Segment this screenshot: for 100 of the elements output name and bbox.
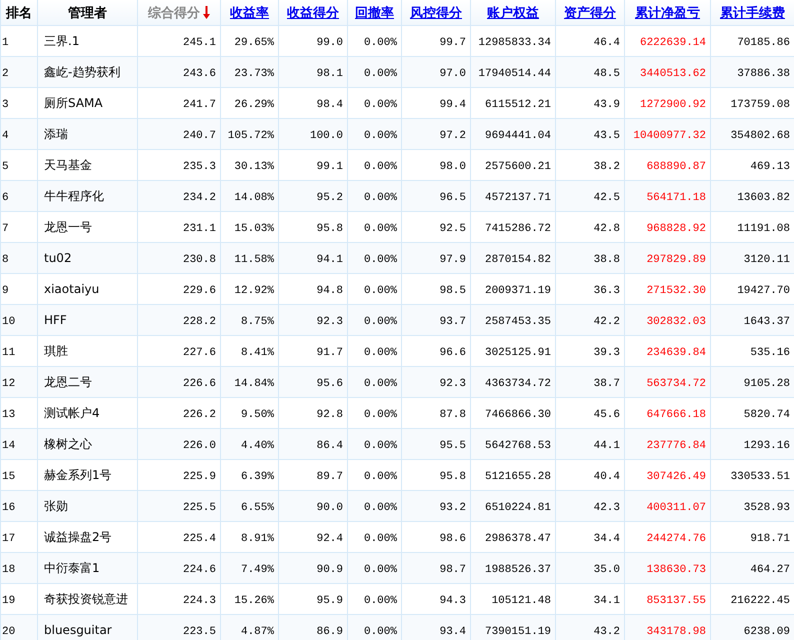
manager-name: 龙恩一号: [44, 220, 92, 234]
table-cell: 92.3: [440, 378, 466, 390]
table-cell: 464.27: [750, 564, 790, 576]
table-cell: 46.4: [594, 37, 620, 49]
table-cell: 223.5: [182, 626, 216, 638]
table-cell: 99.4: [440, 99, 466, 111]
rank-text: 8: [2, 254, 9, 266]
table-cell: 302832.03: [646, 316, 706, 328]
table-cell: 4572137.71: [484, 192, 551, 204]
manager-name: 橡树之心: [44, 437, 92, 451]
table-cell: 968828.92: [646, 223, 706, 235]
table-cell: 343178.98: [646, 626, 706, 638]
table-cell: 86.4: [316, 440, 343, 452]
table-cell: 9105.28: [744, 378, 790, 390]
rank-text: 11: [2, 347, 16, 359]
table-cell: 43.2: [594, 626, 620, 638]
table-cell: 918.71: [750, 533, 790, 545]
rank-text: 12: [2, 378, 16, 390]
table-cell: 2575600.21: [484, 161, 551, 173]
table-cell: 230.8: [182, 254, 216, 266]
table-cell: 0.00%: [364, 192, 397, 204]
table-cell: 45.6: [594, 409, 620, 421]
table-cell: 469.13: [750, 161, 790, 173]
table-cell: 237776.84: [646, 440, 706, 452]
table-cell: 216222.45: [730, 595, 790, 607]
table-cell: 96.6: [440, 347, 466, 359]
rank-text: 15: [2, 471, 16, 483]
table-cell: 227.6: [182, 347, 216, 359]
rank-text: 5: [2, 161, 9, 173]
manager-name: 天马基金: [44, 158, 92, 172]
table-cell: 99.7: [440, 37, 466, 49]
table-cell: 138630.73: [646, 564, 706, 576]
table-cell: 224.6: [182, 564, 216, 576]
table-cell: 93.4: [440, 626, 466, 638]
table-cell: 235.3: [182, 161, 216, 173]
table-cell: 95.9: [316, 595, 343, 607]
table-cell: 0.00%: [364, 99, 397, 111]
table-cell: 173759.08: [730, 99, 790, 111]
table-cell: 6222639.14: [640, 37, 706, 49]
table-cell: 29.65%: [234, 37, 274, 49]
table-cell: 3440513.62: [640, 68, 706, 80]
rank-text: 10: [2, 316, 16, 328]
table-cell: 853137.55: [646, 595, 706, 607]
table-cell: 44.1: [594, 440, 620, 452]
table-cell: 40.4: [594, 471, 620, 483]
table-cell: 234639.84: [646, 347, 706, 359]
table-cell: 400311.07: [646, 502, 706, 514]
table-cell: 91.7: [316, 347, 343, 359]
table-cell: 0.00%: [364, 626, 397, 638]
manager-name: 中衍泰富1: [44, 561, 100, 575]
table-cell: 688890.87: [646, 161, 706, 173]
table-cell: 0.00%: [364, 285, 397, 297]
table-cell: 23.73%: [234, 68, 274, 80]
table-cell: 13603.82: [737, 192, 790, 204]
table-cell: 0.00%: [364, 471, 397, 483]
table-cell: 14.84%: [234, 378, 274, 390]
table-cell: 26.29%: [234, 99, 274, 111]
manager-name: 赫金系列1号: [44, 468, 112, 482]
table-cell: 105.72%: [228, 130, 274, 142]
table-cell: 1988526.37: [484, 564, 551, 576]
table-cell: 245.1: [182, 37, 216, 49]
table-cell: 0.00%: [364, 130, 397, 142]
table-cell: 7415286.72: [484, 223, 551, 235]
table-cell: 7390151.19: [484, 626, 551, 638]
table-cell: 9694441.04: [484, 130, 551, 142]
table-cell: 11.58%: [234, 254, 274, 266]
manager-name: 琪胜: [44, 344, 68, 358]
rank-text: 16: [2, 502, 16, 514]
manager-name: 龙恩二号: [44, 375, 92, 389]
manager-name: 测试帐户4: [44, 406, 100, 420]
table-cell: 330533.51: [730, 471, 790, 483]
table-cell: 43.9: [594, 99, 620, 111]
table-cell: 11191.08: [737, 223, 790, 235]
table-cell: 231.1: [182, 223, 216, 235]
table-cell: 0.00%: [364, 316, 397, 328]
table-cell: 0.00%: [364, 502, 397, 514]
table-cell: 38.2: [594, 161, 620, 173]
table-cell: 70185.86: [737, 37, 790, 49]
table-cell: 95.5: [440, 440, 466, 452]
table-cell: 99.1: [316, 161, 343, 173]
table-cell: 7.49%: [240, 564, 274, 576]
rank-text: 1: [2, 37, 9, 49]
table-cell: 15.03%: [234, 223, 274, 235]
table-cell: 95.8: [440, 471, 466, 483]
manager-name: 张勋: [44, 499, 68, 513]
table-cell: 2986378.47: [484, 533, 551, 545]
manager-name: 诚益操盘2号: [44, 530, 112, 544]
table-cell: 90.0: [316, 502, 343, 514]
table-cell: 307426.49: [646, 471, 706, 483]
table-cell: 4.87%: [240, 626, 274, 638]
table-cell: 564171.18: [646, 192, 706, 204]
table-cell: 100.0: [310, 130, 343, 142]
table-cell: 563734.72: [646, 378, 706, 390]
table-cell: 34.4: [594, 533, 620, 545]
table-cell: 95.6: [316, 378, 343, 390]
table-cell: 2870154.82: [484, 254, 551, 266]
rank-text: 4: [2, 130, 9, 142]
table-cell: 229.6: [182, 285, 216, 297]
table-cell: 243.6: [182, 68, 216, 80]
table-cell: 90.9: [316, 564, 343, 576]
